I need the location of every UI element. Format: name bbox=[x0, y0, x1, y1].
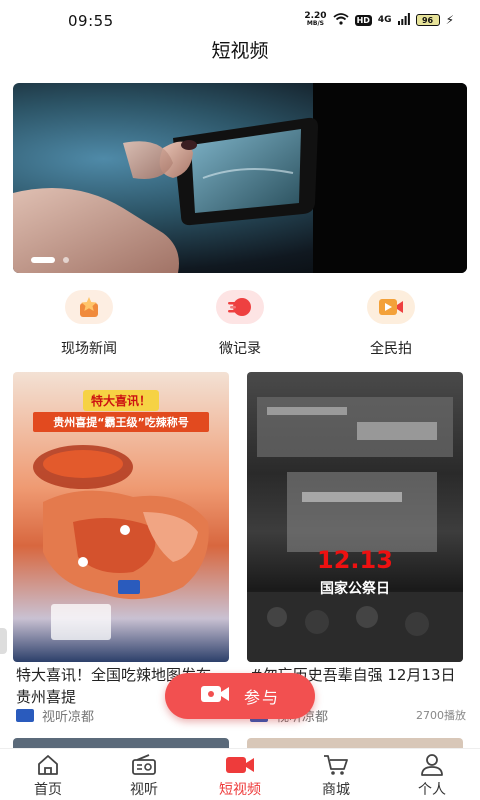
cellular-signal-icon: 4G bbox=[377, 15, 392, 25]
tab-home[interactable]: 首页 bbox=[0, 753, 96, 799]
video-play-icon bbox=[367, 290, 415, 324]
status-icons: 2.20 MB/S HD 4G 96 ⚡ bbox=[304, 12, 454, 28]
tab-short-video[interactable]: 短视频 bbox=[192, 753, 288, 799]
page-title: 短视频 bbox=[211, 40, 269, 62]
star-badge-icon bbox=[65, 290, 113, 324]
net-speed-value: 2.20 bbox=[304, 11, 327, 21]
tab-label: 首页 bbox=[34, 782, 62, 798]
participate-button[interactable]: 参与 bbox=[165, 673, 315, 719]
speed-record-icon bbox=[216, 290, 264, 324]
home-icon bbox=[0, 753, 96, 777]
tab-label: 视听 bbox=[130, 782, 158, 798]
status-time: 09:55 bbox=[68, 12, 114, 30]
carousel-indicator bbox=[31, 257, 69, 263]
tab-audio-visual[interactable]: 视听 bbox=[96, 753, 192, 799]
category-label: 现场新闻 bbox=[61, 341, 117, 357]
bottom-tab-bar: 首页 视听 短视频 商城 个人 bbox=[0, 748, 480, 800]
tab-mall[interactable]: 商城 bbox=[288, 753, 384, 799]
source-logo-icon bbox=[16, 708, 34, 722]
hd-badge: HD bbox=[354, 14, 372, 26]
tab-label: 个人 bbox=[418, 782, 446, 798]
video-card-peek[interactable] bbox=[13, 738, 229, 748]
category-label: 全民拍 bbox=[370, 341, 412, 357]
video-card-thumbnail[interactable]: 特大喜讯！ 贵州喜提“霸王级”吃辣称号 bbox=[13, 372, 229, 662]
charging-icon: ⚡ bbox=[445, 13, 454, 27]
category-label: 微记录 bbox=[219, 341, 261, 357]
poster-tag: 特大喜讯！ bbox=[83, 390, 160, 411]
poster-headline: 贵州喜提“霸王级”吃辣称号 bbox=[33, 412, 209, 432]
video-card-peek[interactable] bbox=[247, 738, 463, 748]
source-name[interactable]: 视听凉都 bbox=[42, 706, 94, 725]
category-row: 现场新闻 微记录 全民拍 bbox=[0, 290, 480, 360]
wifi-icon bbox=[332, 12, 349, 28]
camera-icon bbox=[200, 683, 230, 709]
poster-date: 12.13 bbox=[317, 546, 393, 574]
participate-label: 参与 bbox=[243, 688, 280, 707]
carousel-dot[interactable] bbox=[63, 257, 69, 263]
memorial-poster bbox=[247, 397, 463, 662]
category-live-news[interactable]: 现场新闻 bbox=[34, 290, 144, 358]
net-speed: 2.20 MB/S bbox=[304, 12, 326, 28]
person-icon bbox=[384, 753, 480, 777]
tab-label: 商城 bbox=[322, 782, 350, 798]
video-card-thumbnail[interactable]: 12.13 国家公祭日 bbox=[247, 372, 463, 662]
carousel-dot-active[interactable] bbox=[31, 257, 55, 263]
battery-icon: 96 bbox=[415, 14, 440, 26]
video-camera-icon bbox=[192, 753, 288, 777]
poster-subtitle: 国家公祭日 bbox=[320, 581, 390, 597]
tab-label: 短视频 bbox=[219, 782, 261, 798]
net-speed-unit: MB/S bbox=[306, 20, 324, 27]
category-citizen-shoot[interactable]: 全民拍 bbox=[336, 290, 446, 358]
category-micro-record[interactable]: 微记录 bbox=[185, 290, 295, 358]
radio-icon bbox=[96, 753, 192, 777]
cart-icon bbox=[288, 753, 384, 777]
tab-profile[interactable]: 个人 bbox=[384, 753, 480, 799]
banner-carousel[interactable] bbox=[13, 83, 467, 273]
side-drawer-handle[interactable] bbox=[0, 628, 7, 654]
banner-image bbox=[13, 83, 467, 273]
play-count: 2700播放 bbox=[416, 709, 466, 722]
status-bar: 09:55 2.20 MB/S HD 4G 96 ⚡ bbox=[0, 0, 480, 40]
signal-bars-icon bbox=[397, 12, 410, 28]
